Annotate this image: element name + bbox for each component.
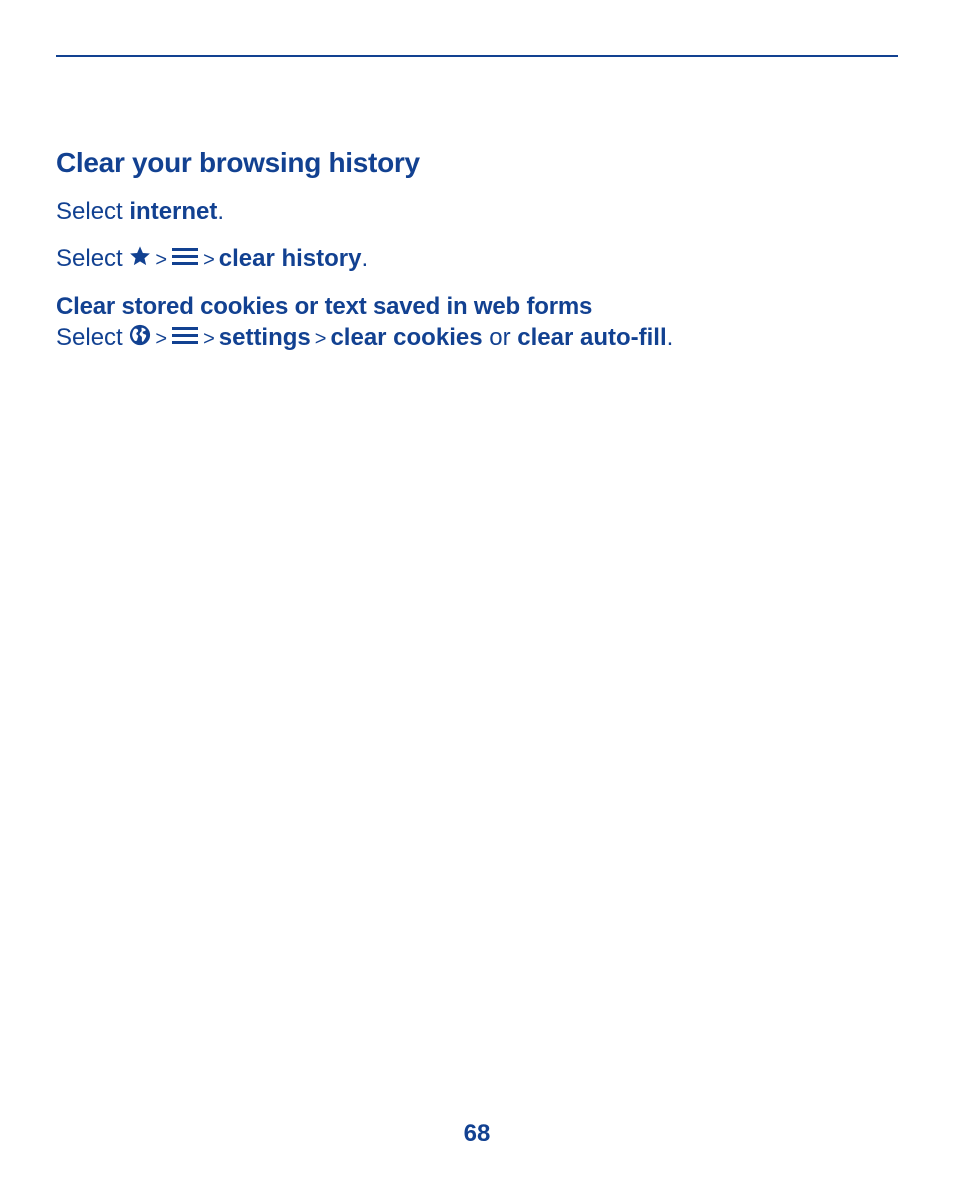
menu-term-internet: internet (129, 198, 218, 225)
instruction-prefix: Select (56, 198, 130, 225)
separator: > (314, 328, 327, 350)
punctuation: . (217, 198, 225, 225)
separator: > (155, 328, 168, 350)
menu-term-settings: settings (218, 324, 311, 351)
menu-icon (171, 324, 199, 354)
menu-term-clear-cookies: clear cookies (330, 324, 483, 351)
page-number: 68 (463, 1120, 491, 1147)
separator: > (203, 328, 215, 350)
instruction-prefix: Select (56, 245, 130, 272)
subsection-heading: Clear stored cookies or text saved in we… (56, 293, 593, 320)
separator: > (203, 249, 215, 271)
instruction-prefix: Select (56, 324, 130, 351)
section-heading: Clear your browsing history (56, 147, 420, 178)
instruction-clear-cookies: Select > > settings > clear cookies or clea… (56, 323, 673, 354)
separator: > (155, 249, 168, 271)
menu-term-clear-history: clear history (218, 245, 362, 272)
instruction-select-internet: Select internet. (56, 197, 224, 227)
conjunction: or (482, 324, 518, 351)
instruction-clear-history: Select > > clear history. (56, 244, 368, 275)
punctuation: . (666, 324, 674, 351)
menu-icon (171, 245, 199, 275)
menu-term-clear-auto-fill: clear auto-fill (517, 324, 667, 351)
header-rule (56, 55, 898, 57)
punctuation: . (361, 245, 369, 272)
globe-icon (129, 324, 151, 354)
star-icon (129, 245, 151, 275)
